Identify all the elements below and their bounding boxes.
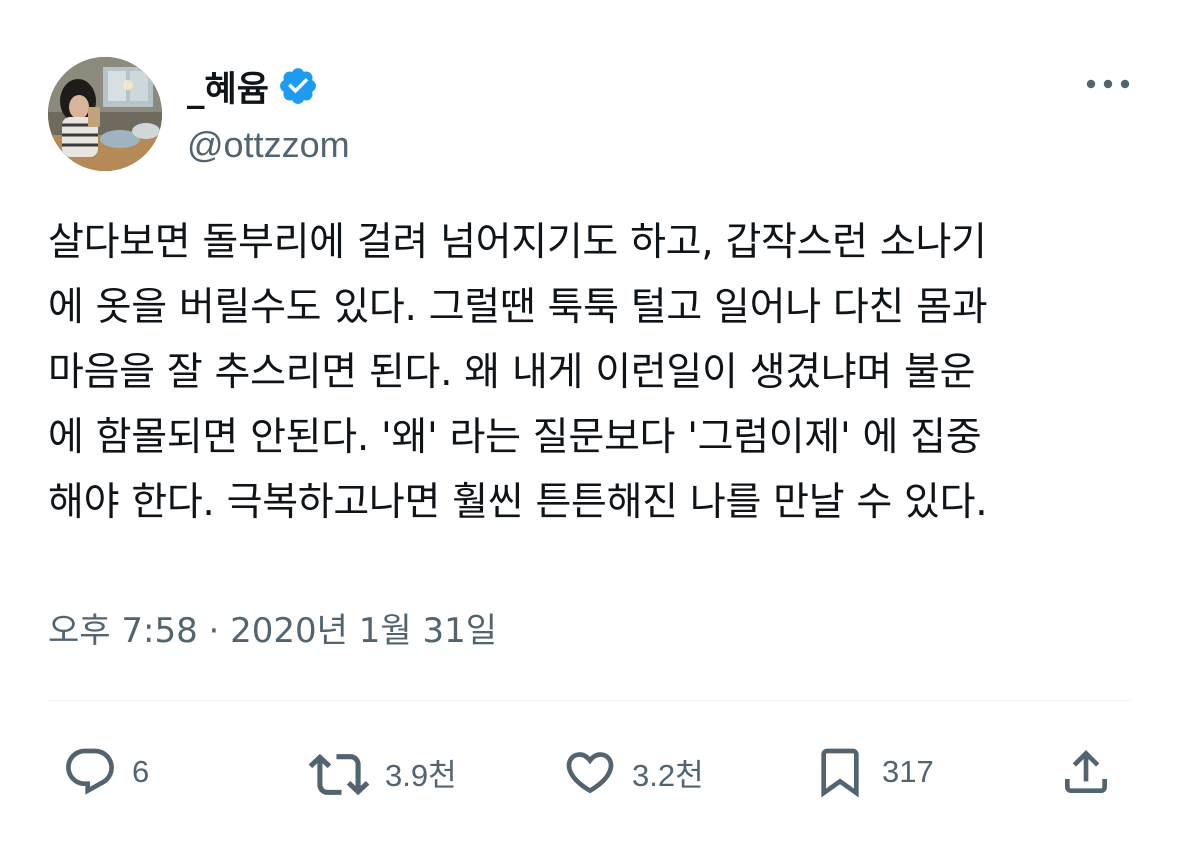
tweet-text-line: 에 옷을 버릴수도 있다. 그럴땐 툭툭 털고 일어나 다친 몸과 xyxy=(48,285,988,330)
like-count: 3.2천 xyxy=(632,757,704,793)
timestamp[interactable]: 오후 7:58 · 2020년 1월 31일 xyxy=(48,603,497,652)
avatar[interactable] xyxy=(48,57,162,171)
like-button[interactable]: 3.2천 xyxy=(562,744,704,800)
tweet: _혜윰 @ottzzom 살다보면 돌부리에 걸려 넘어지기도 하고, 갑작스런… xyxy=(0,0,1179,842)
reply-count: 6 xyxy=(132,754,150,789)
display-name[interactable]: _혜윰 xyxy=(187,61,269,112)
bookmark-button[interactable]: 317 xyxy=(812,744,934,800)
tweet-text: 살다보면 돌부리에 걸려 넘어지기도 하고, 갑작스런 소나기 에 옷을 버릴수… xyxy=(48,210,1148,535)
verified-badge-icon[interactable] xyxy=(277,65,319,107)
retweet-icon xyxy=(308,753,370,796)
bookmark-count: 317 xyxy=(882,754,934,789)
retweet-button[interactable]: 3.9천 xyxy=(307,744,457,800)
author-info: _혜윰 @ottzzom xyxy=(187,62,350,166)
tweet-text-line: 마음을 잘 추스리면 된다. 왜 내게 이런일이 생겼냐며 불운 xyxy=(48,350,976,395)
tweet-text-line: 해야 한다. 극복하고나면 훨씬 튼튼해진 나를 만날 수 있다. xyxy=(48,480,988,525)
tweet-text-line: 살다보면 돌부리에 걸려 넘어지기도 하고, 갑작스런 소나기 xyxy=(48,220,987,265)
bookmark-icon xyxy=(821,748,859,798)
tweet-text-line: 에 함몰되면 안된다. '왜' 라는 질문보다 '그럼이제' 에 집중 xyxy=(48,415,982,460)
name-row: _혜윰 xyxy=(187,62,350,110)
avatar-photo xyxy=(48,57,162,171)
more-options-icon[interactable] xyxy=(1084,71,1132,97)
heart-icon xyxy=(566,752,614,794)
reply-button[interactable]: 6 xyxy=(62,744,149,800)
divider xyxy=(48,700,1131,701)
share-icon xyxy=(1065,750,1107,793)
reply-icon xyxy=(66,748,114,795)
handle[interactable]: @ottzzom xyxy=(187,124,350,166)
share-button[interactable] xyxy=(1058,744,1114,800)
retweet-count: 3.9천 xyxy=(385,757,457,793)
